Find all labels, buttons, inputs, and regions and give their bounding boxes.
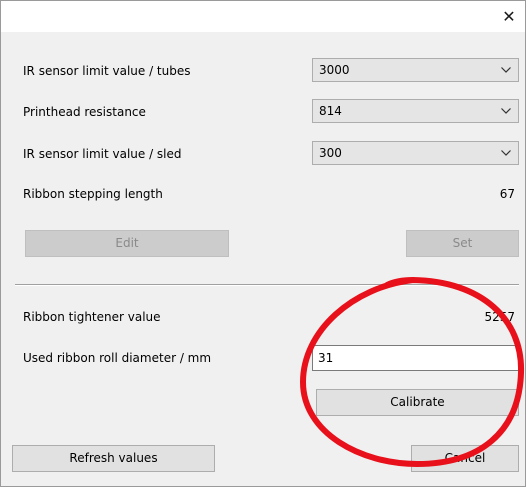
chevron-down-icon (501, 108, 511, 114)
printhead-resistance-dropdown[interactable]: 814 (312, 99, 519, 123)
calibrate-button[interactable]: Calibrate (316, 389, 519, 416)
chevron-down-icon (501, 150, 511, 156)
roll-diameter-input[interactable] (318, 347, 513, 369)
ir-sensor-tubes-dropdown[interactable]: 3000 (312, 58, 519, 82)
roll-diameter-label: Used ribbon roll diameter / mm (23, 351, 212, 365)
close-button[interactable]: ✕ (499, 7, 519, 27)
settings-dialog: ✕ IR sensor limit value / tubes 3000 Pri… (0, 0, 526, 487)
edit-button[interactable]: Edit (25, 230, 229, 257)
ir-sensor-sled-dropdown[interactable]: 300 (312, 141, 519, 165)
separator (15, 284, 519, 286)
close-icon: ✕ (502, 7, 516, 26)
ribbon-tightener-value: 5257 (484, 310, 515, 324)
dropdown-value: 300 (319, 146, 342, 160)
ribbon-stepping-label: Ribbon stepping length (23, 187, 163, 201)
dropdown-value: 814 (319, 104, 342, 118)
chevron-down-icon (501, 67, 511, 73)
ribbon-tightener-label: Ribbon tightener value (23, 310, 161, 324)
roll-diameter-field[interactable] (312, 345, 519, 371)
ir-sensor-sled-label: IR sensor limit value / sled (23, 147, 182, 161)
title-bar: ✕ (1, 1, 525, 32)
printhead-resistance-label: Printhead resistance (23, 105, 146, 119)
refresh-values-button[interactable]: Refresh values (12, 445, 215, 472)
set-button[interactable]: Set (406, 230, 519, 257)
ir-sensor-tubes-label: IR sensor limit value / tubes (23, 64, 191, 78)
cancel-button[interactable]: Cancel (411, 445, 519, 472)
ribbon-stepping-value: 67 (499, 187, 515, 201)
dropdown-value: 3000 (319, 63, 350, 77)
